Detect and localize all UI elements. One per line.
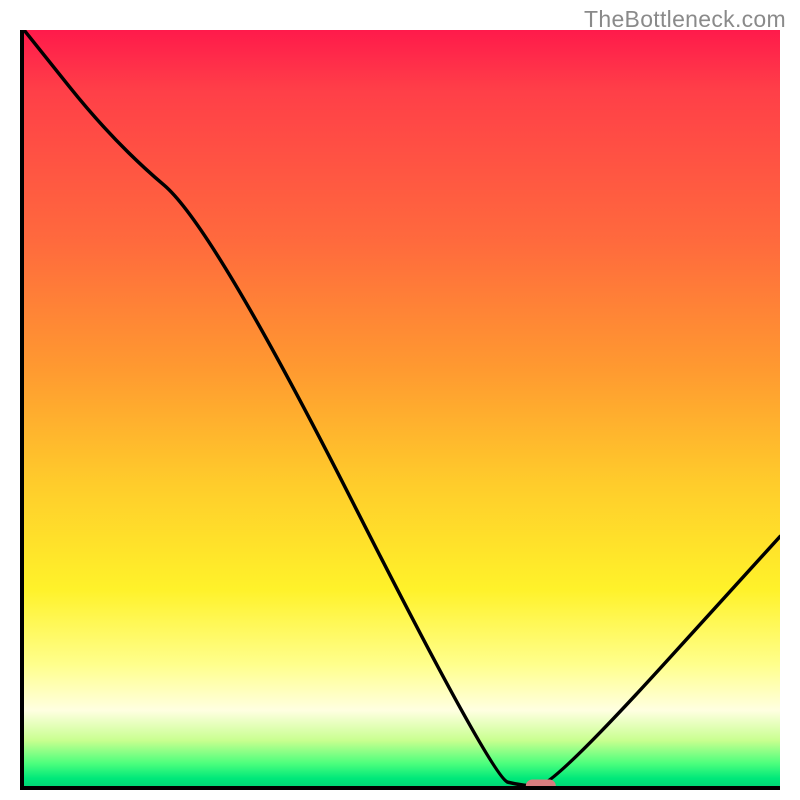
bottleneck-curve bbox=[24, 30, 780, 786]
optimal-marker bbox=[526, 780, 556, 791]
watermark-text: TheBottleneck.com bbox=[584, 6, 786, 33]
chart-plot-area bbox=[20, 30, 780, 790]
